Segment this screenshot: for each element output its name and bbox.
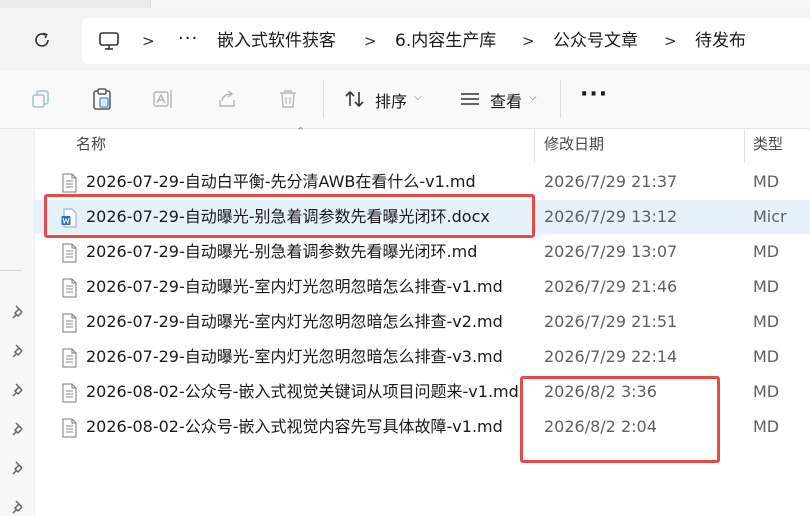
breadcrumb-separator[interactable]: >	[364, 18, 377, 64]
navigation-pane-divider	[0, 270, 22, 271]
navigation-pane	[0, 129, 35, 516]
command-toolbar: 排序 ⌵ 查看 ⌵ ···	[0, 70, 810, 129]
file-date-modified: 2026/7/29 13:12	[544, 207, 678, 226]
view-list-icon	[461, 93, 479, 105]
trash-icon	[280, 90, 296, 108]
file-date-modified: 2026/7/29 21:51	[544, 312, 678, 331]
window-top-strip	[0, 0, 810, 8]
breadcrumb-separator[interactable]: >	[142, 18, 155, 64]
file-name[interactable]: 2026-07-29-自动曝光-别急着调参数先看曝光闭环.md	[86, 235, 477, 269]
column-header-name[interactable]: 名称	[76, 129, 106, 163]
copy-icon	[32, 90, 49, 108]
file-type: Micr	[753, 207, 787, 226]
file-row[interactable]: 2026-07-29-自动曝光-室内灯光忽明忽暗怎么排查-v2.md 2026/7…	[35, 305, 810, 339]
pin-icon[interactable]	[12, 422, 26, 436]
breadcrumb-item-embedded-software[interactable]: 嵌入式软件获客	[217, 18, 336, 64]
navigation-bar: > ··· 嵌入式软件获客 > 6.内容生产库 > 公众号文章 > 待发布	[0, 8, 810, 70]
column-header-type[interactable]: 类型	[753, 129, 783, 163]
file-row[interactable]: 2026-07-29-自动曝光-室内灯光忽明忽暗怎么排查-v3.md 2026/7…	[35, 340, 810, 374]
file-type: MD	[753, 277, 780, 296]
column-header-date-modified[interactable]: 修改日期	[544, 129, 604, 163]
toolbar-divider	[560, 80, 561, 118]
clipboard-icon	[93, 88, 111, 110]
text-file-icon	[62, 418, 77, 438]
file-type: MD	[753, 312, 780, 331]
file-type: MD	[753, 382, 780, 401]
text-file-icon	[62, 243, 77, 263]
more-options-button[interactable]: ···	[580, 82, 608, 107]
rename-button[interactable]	[149, 84, 179, 114]
sort-ascending-chevron-up-icon: ⌃	[296, 125, 306, 138]
rename-icon	[153, 90, 172, 108]
breadcrumb-overflow-button[interactable]: ···	[178, 18, 198, 64]
refresh-icon	[35, 32, 49, 47]
file-name[interactable]: 2026-08-02-公众号-嵌入式视觉内容先写具体故障-v1.md	[86, 410, 503, 444]
sort-icon	[345, 90, 364, 108]
address-bar[interactable]: > ··· 嵌入式软件获客 > 6.内容生产库 > 公众号文章 > 待发布	[82, 18, 810, 64]
view-button[interactable]	[455, 84, 485, 114]
breadcrumb-item-wechat-articles[interactable]: 公众号文章	[553, 18, 638, 64]
refresh-button[interactable]	[28, 28, 56, 52]
copy-button[interactable]	[26, 84, 56, 114]
view-chevron-down-icon[interactable]: ⌵	[529, 92, 537, 103]
pin-icon[interactable]	[12, 500, 26, 514]
text-file-icon	[62, 348, 77, 368]
file-date-modified: 2026/7/29 21:46	[544, 277, 678, 296]
sort-button[interactable]	[340, 84, 370, 114]
file-row[interactable]: 2026-07-29-自动曝光-室内灯光忽明忽暗怎么排查-v1.md 2026/7…	[35, 270, 810, 304]
breadcrumb-separator[interactable]: >	[664, 18, 677, 64]
file-name[interactable]: 2026-07-29-自动曝光-室内灯光忽明忽暗怎么排查-v3.md	[86, 340, 503, 374]
file-type: MD	[753, 242, 780, 261]
text-file-icon	[62, 313, 77, 333]
annotation-box-docx	[44, 194, 535, 238]
pin-icon[interactable]	[12, 344, 26, 358]
breadcrumb-separator[interactable]: >	[522, 18, 535, 64]
share-icon	[219, 90, 235, 107]
toolbar-divider	[323, 80, 324, 118]
file-type: MD	[753, 172, 780, 191]
column-separator[interactable]	[744, 129, 745, 163]
text-file-icon	[62, 278, 77, 298]
pin-icon[interactable]	[12, 461, 26, 475]
view-label[interactable]: 查看	[490, 88, 522, 112]
sort-chevron-down-icon[interactable]: ⌵	[414, 92, 422, 103]
share-button[interactable]	[212, 84, 242, 114]
pin-icon[interactable]	[12, 383, 26, 397]
paste-button[interactable]	[87, 84, 117, 114]
file-type: MD	[753, 347, 780, 366]
tab-strip-edge	[150, 0, 810, 8]
file-name[interactable]: 2026-08-02-公众号-嵌入式视觉关键词从项目问题来-v1.md	[86, 375, 519, 409]
text-file-icon	[62, 173, 77, 193]
sort-label[interactable]: 排序	[375, 88, 407, 112]
column-separator[interactable]	[534, 129, 535, 163]
file-date-modified: 2026/7/29 13:07	[544, 242, 678, 261]
annotation-box-dates	[520, 376, 720, 463]
file-type: MD	[753, 417, 780, 436]
file-name[interactable]: 2026-07-29-自动曝光-室内灯光忽明忽暗怎么排查-v1.md	[86, 270, 503, 304]
file-name[interactable]: 2026-07-29-自动曝光-室内灯光忽明忽暗怎么排查-v2.md	[86, 305, 503, 339]
breadcrumb-item-content-library[interactable]: 6.内容生产库	[395, 18, 496, 64]
file-date-modified: 2026/7/29 21:37	[544, 172, 678, 191]
this-pc-icon[interactable]	[98, 30, 120, 52]
file-date-modified: 2026/7/29 22:14	[544, 347, 678, 366]
file-row[interactable]: 2026-07-29-自动曝光-别急着调参数先看曝光闭环.md 2026/7/29…	[35, 235, 810, 269]
pin-icon[interactable]	[12, 305, 26, 319]
text-file-icon	[62, 383, 77, 403]
delete-button[interactable]	[273, 84, 303, 114]
breadcrumb-item-pending[interactable]: 待发布	[695, 18, 746, 64]
